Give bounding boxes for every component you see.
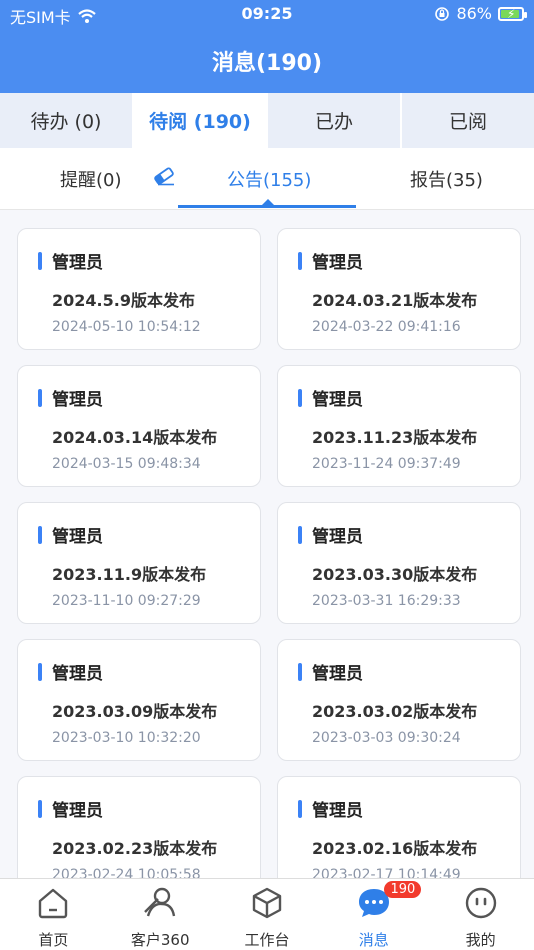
card-title: 2024.03.14版本发布: [52, 428, 218, 447]
nav-label: 客户360: [130, 931, 190, 949]
card-time: 2023-11-10 09:27:29: [52, 593, 201, 609]
nav-profile[interactable]: 我的: [427, 879, 534, 950]
card-time: 2023-03-31 16:29:33: [312, 593, 461, 609]
tab-to-read[interactable]: 待阅 (190): [134, 93, 268, 148]
nav-customer-360[interactable]: 客户360: [107, 879, 214, 950]
card-title: 2023.11.9版本发布: [52, 565, 207, 584]
card-title: 2023.02.16版本发布: [312, 839, 478, 858]
active-tab-indicator: [178, 199, 356, 208]
card-author: 管理员: [52, 664, 103, 684]
customer-icon: [142, 885, 178, 921]
announcement-card[interactable]: 管理员 2023.02.23版本发布 2023-02-24 10:05:58: [17, 776, 261, 878]
card-title: 2023.02.23版本发布: [52, 839, 218, 858]
card-author: 管理员: [52, 390, 103, 410]
announcement-list: 管理员 2024.5.9版本发布 2024-05-10 10:54:12 管理员…: [17, 228, 521, 878]
card-time: 2024-05-10 10:54:12: [52, 319, 201, 335]
announcement-card[interactable]: 管理员 2023.03.09版本发布 2023-03-10 10:32:20: [17, 639, 261, 761]
announcement-card[interactable]: 管理员 2023.11.9版本发布 2023-11-10 09:27:29: [17, 502, 261, 624]
eraser-icon[interactable]: [152, 166, 176, 186]
card-author: 管理员: [312, 390, 363, 410]
nav-messages[interactable]: 消息 190: [320, 879, 427, 950]
nav-label: 首页: [38, 931, 69, 949]
message-tabs: 待办 (0) 待阅 (190) 已办 已阅: [0, 93, 534, 148]
card-time: 2023-02-24 10:05:58: [52, 867, 201, 878]
card-time: 2023-03-03 09:30:24: [312, 730, 461, 746]
card-author: 管理员: [52, 801, 103, 821]
tab-todo[interactable]: 待办 (0): [0, 93, 134, 148]
announcement-card[interactable]: 管理员 2023.03.30版本发布 2023-03-31 16:29:33: [277, 502, 521, 624]
announcement-card[interactable]: 管理员 2024.5.9版本发布 2024-05-10 10:54:12: [17, 228, 261, 350]
home-icon: [35, 885, 71, 921]
nav-label: 工作台: [244, 931, 290, 949]
unread-badge: 190: [384, 881, 422, 898]
app-header: 无SIM卡 09:25 86% ⚡ 消息(190): [0, 0, 534, 93]
card-title: 2023.11.23版本发布: [312, 428, 478, 447]
battery-percent: 86%: [456, 4, 492, 23]
nav-label: 消息: [358, 931, 389, 949]
sub-tabs: 提醒(0) 公告(155) 报告(35): [0, 148, 534, 210]
card-title: 2023.03.09版本发布: [52, 702, 218, 721]
card-time: 2023-11-24 09:37:49: [312, 456, 461, 472]
tab-done[interactable]: 已办: [268, 93, 402, 148]
status-bar: 无SIM卡 09:25 86% ⚡: [0, 0, 534, 28]
workbench-icon: [249, 885, 285, 921]
card-time: 2023-03-10 10:32:20: [52, 730, 201, 746]
card-time: 2023-02-17 10:14:49: [312, 867, 461, 878]
card-author: 管理员: [312, 527, 363, 547]
bottom-nav: 首页 客户360 工作台 消息 190 我的: [0, 878, 534, 950]
card-author: 管理员: [52, 527, 103, 547]
card-time: 2024-03-22 09:41:16: [312, 319, 461, 335]
announcement-card[interactable]: 管理员 2024.03.14版本发布 2024-03-15 09:48:34: [17, 365, 261, 487]
nav-workbench[interactable]: 工作台: [214, 879, 321, 950]
nav-home[interactable]: 首页: [0, 879, 107, 950]
orientation-lock-icon: [435, 6, 450, 21]
card-author: 管理员: [312, 664, 363, 684]
announcement-card[interactable]: 管理员 2023.03.02版本发布 2023-03-03 09:30:24: [277, 639, 521, 761]
announcement-card[interactable]: 管理员 2023.02.16版本发布 2023-02-17 10:14:49: [277, 776, 521, 878]
profile-icon: [463, 885, 499, 921]
nav-label: 我的: [465, 931, 496, 949]
card-time: 2024-03-15 09:48:34: [52, 456, 201, 472]
subtab-report[interactable]: 报告(35): [410, 166, 483, 192]
announcement-card[interactable]: 管理员 2023.11.23版本发布 2023-11-24 09:37:49: [277, 365, 521, 487]
card-title: 2024.5.9版本发布: [52, 291, 195, 310]
card-author: 管理员: [312, 801, 363, 821]
tab-read[interactable]: 已阅: [402, 93, 534, 148]
card-author: 管理员: [52, 253, 103, 273]
card-title: 2023.03.30版本发布: [312, 565, 478, 584]
card-title: 2023.03.02版本发布: [312, 702, 478, 721]
announcement-card[interactable]: 管理员 2024.03.21版本发布 2024-03-22 09:41:16: [277, 228, 521, 350]
battery-icon: ⚡: [498, 6, 527, 21]
card-author: 管理员: [312, 253, 363, 273]
page-title: 消息(190): [211, 51, 323, 76]
card-title: 2024.03.21版本发布: [312, 291, 478, 310]
subtab-announcement[interactable]: 公告(155): [227, 166, 311, 192]
subtab-reminder[interactable]: 提醒(0): [60, 166, 122, 192]
